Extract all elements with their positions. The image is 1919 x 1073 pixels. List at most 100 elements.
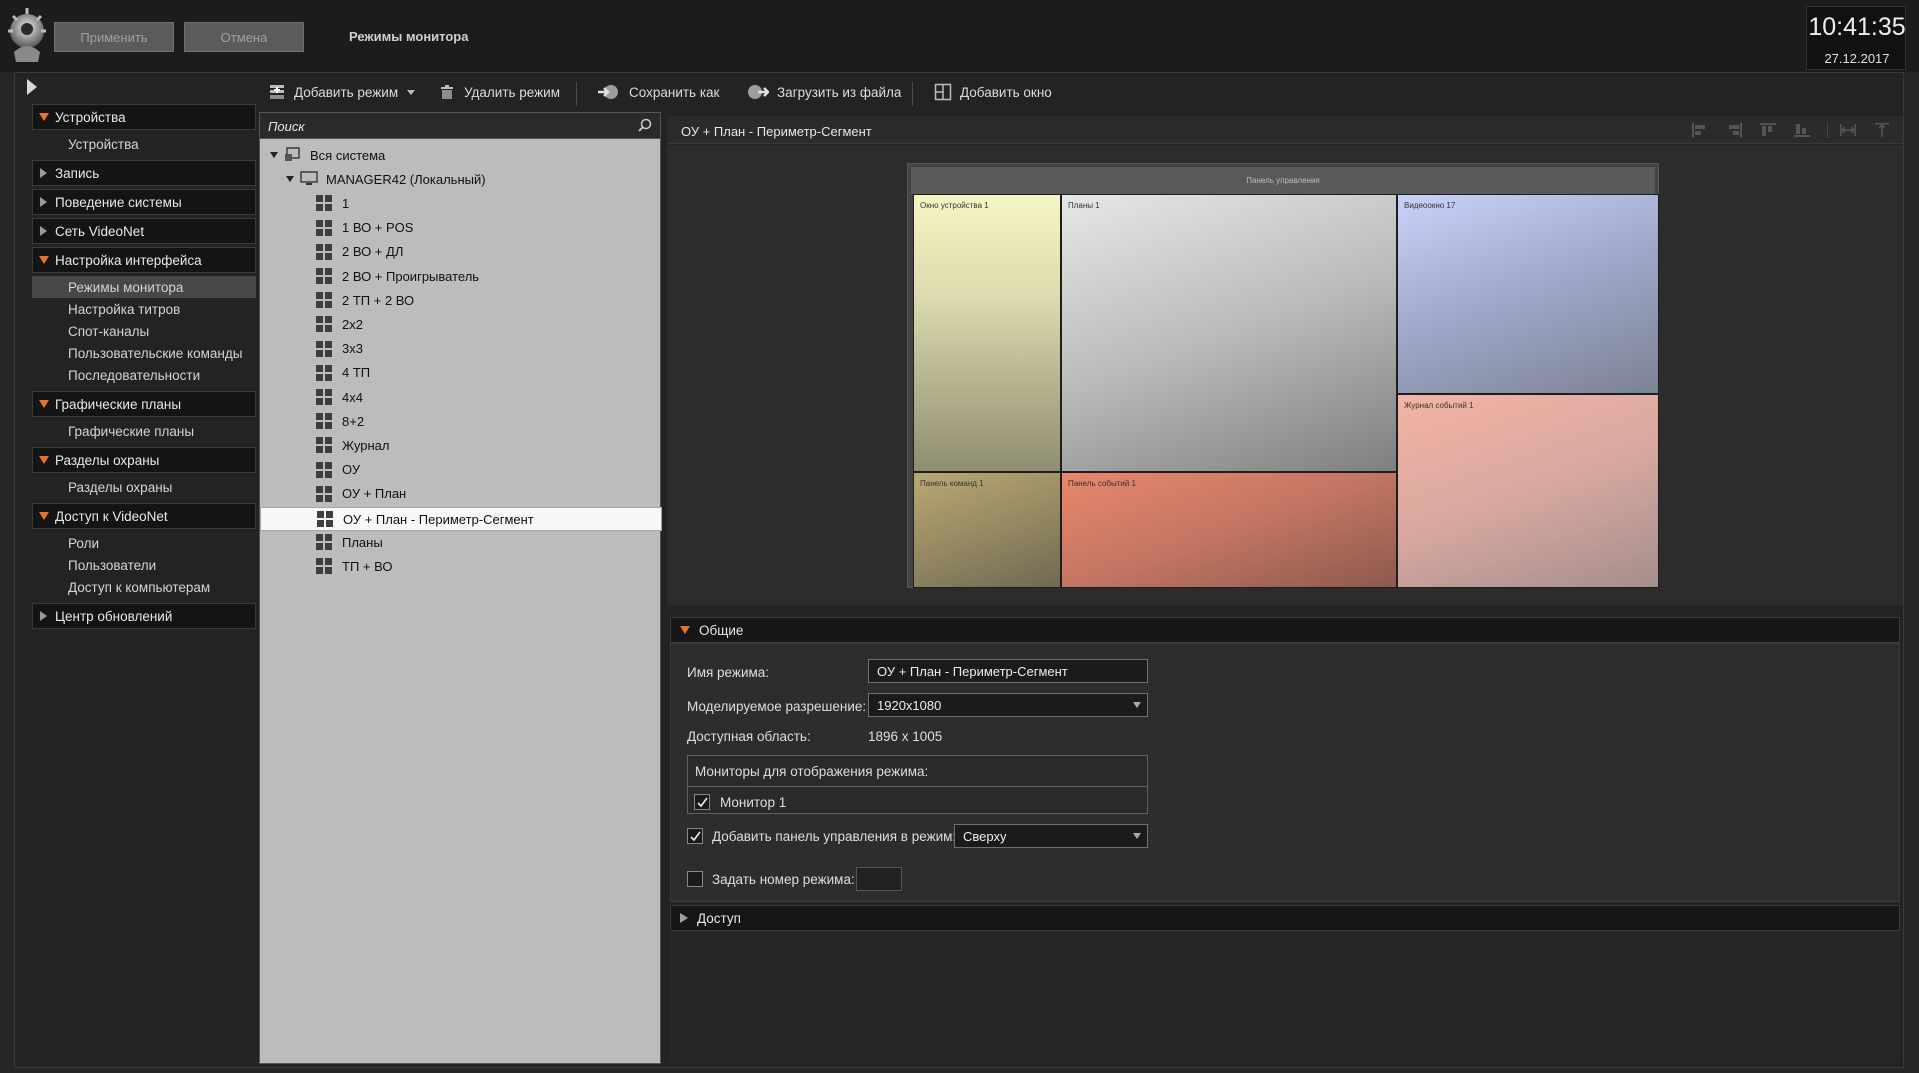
app-logo-icon <box>4 4 50 66</box>
add-panel-checkbox[interactable] <box>687 828 703 844</box>
control-panel-window[interactable]: Панель управления <box>911 167 1655 194</box>
tree-node[interactable]: MANAGER42 (Локальный) <box>260 168 660 190</box>
nav-group: Разделы охраны Разделы охраны <box>32 447 256 501</box>
set-number-option[interactable]: Задать номер режима: <box>687 871 855 887</box>
tree-mode-item[interactable]: 1 ВО + POS <box>260 217 660 239</box>
nav-group-label: Настройка интерфейса <box>55 252 202 268</box>
tree-mode-item[interactable]: ОУ + План <box>260 483 660 505</box>
chevron-down-icon[interactable] <box>406 87 416 97</box>
nav-group-header[interactable]: Сеть VideoNet <box>32 218 256 244</box>
panel-position-select[interactable]: Сверху <box>954 824 1148 848</box>
layout-window-journal[interactable]: Журнал событий 1 <box>1397 394 1659 588</box>
tree-mode-item[interactable]: 8+2 <box>260 410 660 432</box>
tree-item-label: 8+2 <box>342 413 365 429</box>
nav-group-label: Сеть VideoNet <box>55 223 145 239</box>
tree-mode-item[interactable]: ТП + ВО <box>260 555 660 577</box>
clock-date: 27.12.2017 <box>1824 51 1890 66</box>
tree-mode-item[interactable]: ОУ + План - Периметр-Сегмент <box>260 507 662 531</box>
available-area-label: Доступная область: <box>687 729 811 744</box>
apply-button[interactable]: Применить <box>54 22 174 52</box>
tree-item-label: 1 ВО + POS <box>342 220 414 236</box>
preview-title: ОУ + План - Периметр-Сегмент <box>681 124 872 139</box>
nav-item[interactable]: Пользователи <box>32 554 256 576</box>
nav-item[interactable]: Режимы монитора <box>32 276 256 298</box>
nav-item[interactable]: Устройства <box>32 133 256 155</box>
tree-mode-item[interactable]: 2x2 <box>260 313 660 335</box>
tree-mode-item[interactable]: 4x4 <box>260 386 660 408</box>
mode-number-input[interactable] <box>856 867 902 891</box>
resolution-select[interactable]: 1920x1080 <box>868 693 1148 717</box>
stretch-height-icon[interactable] <box>1873 122 1891 138</box>
delete-mode-button[interactable]: Удалить режим <box>438 80 560 104</box>
tree-mode-item[interactable]: Журнал <box>260 434 660 456</box>
general-section-header[interactable]: Общие <box>670 617 1900 643</box>
nav-group-header[interactable]: Графические планы <box>32 391 256 417</box>
nav-group-header[interactable]: Запись <box>32 160 256 186</box>
nav-group-header[interactable]: Настройка интерфейса <box>32 247 256 273</box>
nav-item[interactable]: Спот-каналы <box>32 320 256 342</box>
add-mode-icon <box>270 85 284 99</box>
nav-item[interactable]: Пользовательские команды <box>32 342 256 364</box>
tree-mode-item[interactable]: ОУ <box>260 459 660 481</box>
nav-item[interactable]: Доступ к компьютерам <box>32 576 256 598</box>
layout-window-video[interactable]: Видеоокно 17 <box>1397 194 1659 394</box>
tree-item-label: 2 ТП + 2 ВО <box>342 292 415 308</box>
expand-panel-icon[interactable] <box>22 76 42 98</box>
layout-window-events[interactable]: Панель событий 1 <box>1061 472 1397 588</box>
monitors-list-header: Мониторы для отображения режима: <box>688 756 1147 787</box>
tree-mode-item[interactable]: 2 ВО + ДЛ <box>260 241 660 263</box>
add-mode-button[interactable]: Добавить режим <box>268 80 416 104</box>
layout-window-devices[interactable]: Окно устройства 1 <box>913 194 1061 472</box>
tree-mode-item[interactable]: 2 ВО + Проигрыватель <box>260 265 660 287</box>
available-area-value: 1896 x 1005 <box>868 729 943 744</box>
nav-group: Центр обновлений <box>32 603 256 629</box>
nav-group-header[interactable]: Устройства <box>32 104 256 130</box>
modes-tree-panel: Поиск Вся система MANAGER42 (Локальный) 1 1… <box>259 112 662 1064</box>
align-top-icon[interactable] <box>1759 122 1777 138</box>
nav-group-header[interactable]: Доступ к VideoNet <box>32 503 256 529</box>
nav-group-header[interactable]: Центр обновлений <box>32 603 256 629</box>
tree-node[interactable]: Вся система <box>260 144 660 166</box>
monitor-checkbox[interactable] <box>694 794 710 810</box>
monitors-header-label: Мониторы для отображения режима: <box>695 763 929 779</box>
set-number-checkbox[interactable] <box>687 871 703 887</box>
tree-expand-arrow-icon[interactable] <box>270 151 284 159</box>
expand-triangle-icon <box>33 610 55 622</box>
collapse-triangle-icon <box>33 255 55 265</box>
align-right-icon[interactable] <box>1725 122 1743 138</box>
tree-mode-item[interactable]: 1 <box>260 192 660 214</box>
tree-mode-item[interactable]: 4 ТП <box>260 362 660 384</box>
nav-group-header[interactable]: Разделы охраны <box>32 447 256 473</box>
mode-name-input[interactable]: ОУ + План - Периметр-Сегмент <box>868 659 1148 683</box>
search-icon[interactable] <box>638 118 652 132</box>
save-as-button[interactable]: Сохранить как <box>597 80 719 104</box>
search-input[interactable]: Поиск <box>260 113 660 139</box>
stretch-width-icon[interactable] <box>1839 122 1857 138</box>
add-panel-option[interactable]: Добавить панель управления в режим: <box>687 828 956 844</box>
nav-item[interactable]: Разделы охраны <box>32 476 256 498</box>
cancel-button[interactable]: Отмена <box>184 22 304 52</box>
load-from-file-button[interactable]: Загрузить из файла <box>745 80 901 104</box>
tree-mode-item[interactable]: 2 ТП + 2 ВО <box>260 289 660 311</box>
nav-item[interactable]: Последовательности <box>32 364 256 386</box>
align-left-icon[interactable] <box>1691 122 1709 138</box>
nav-group-header[interactable]: Поведение системы <box>32 189 256 215</box>
nav-item[interactable]: Настройка титров <box>32 298 256 320</box>
align-bottom-icon[interactable] <box>1793 122 1811 138</box>
add-mode-label: Добавить режим <box>294 84 399 100</box>
layout-window-plans[interactable]: Планы 1 <box>1061 194 1397 472</box>
tree-mode-item[interactable]: Планы <box>260 531 660 553</box>
layout-window-commands[interactable]: Панель команд 1 <box>913 472 1061 588</box>
access-section-header[interactable]: Доступ <box>670 905 1900 931</box>
load-from-file-label: Загрузить из файла <box>777 84 902 100</box>
nav-item[interactable]: Графические планы <box>32 420 256 442</box>
monitor-item[interactable]: Монитор 1 <box>694 794 786 810</box>
collapse-triangle-icon <box>33 455 55 465</box>
tree-mode-item[interactable]: 3x3 <box>260 338 660 360</box>
add-window-button[interactable]: Добавить окно <box>934 80 1052 104</box>
tree-item-label: Вся система <box>310 147 386 163</box>
nav-item[interactable]: Роли <box>32 532 256 554</box>
tree-expand-arrow-icon[interactable] <box>286 175 300 183</box>
